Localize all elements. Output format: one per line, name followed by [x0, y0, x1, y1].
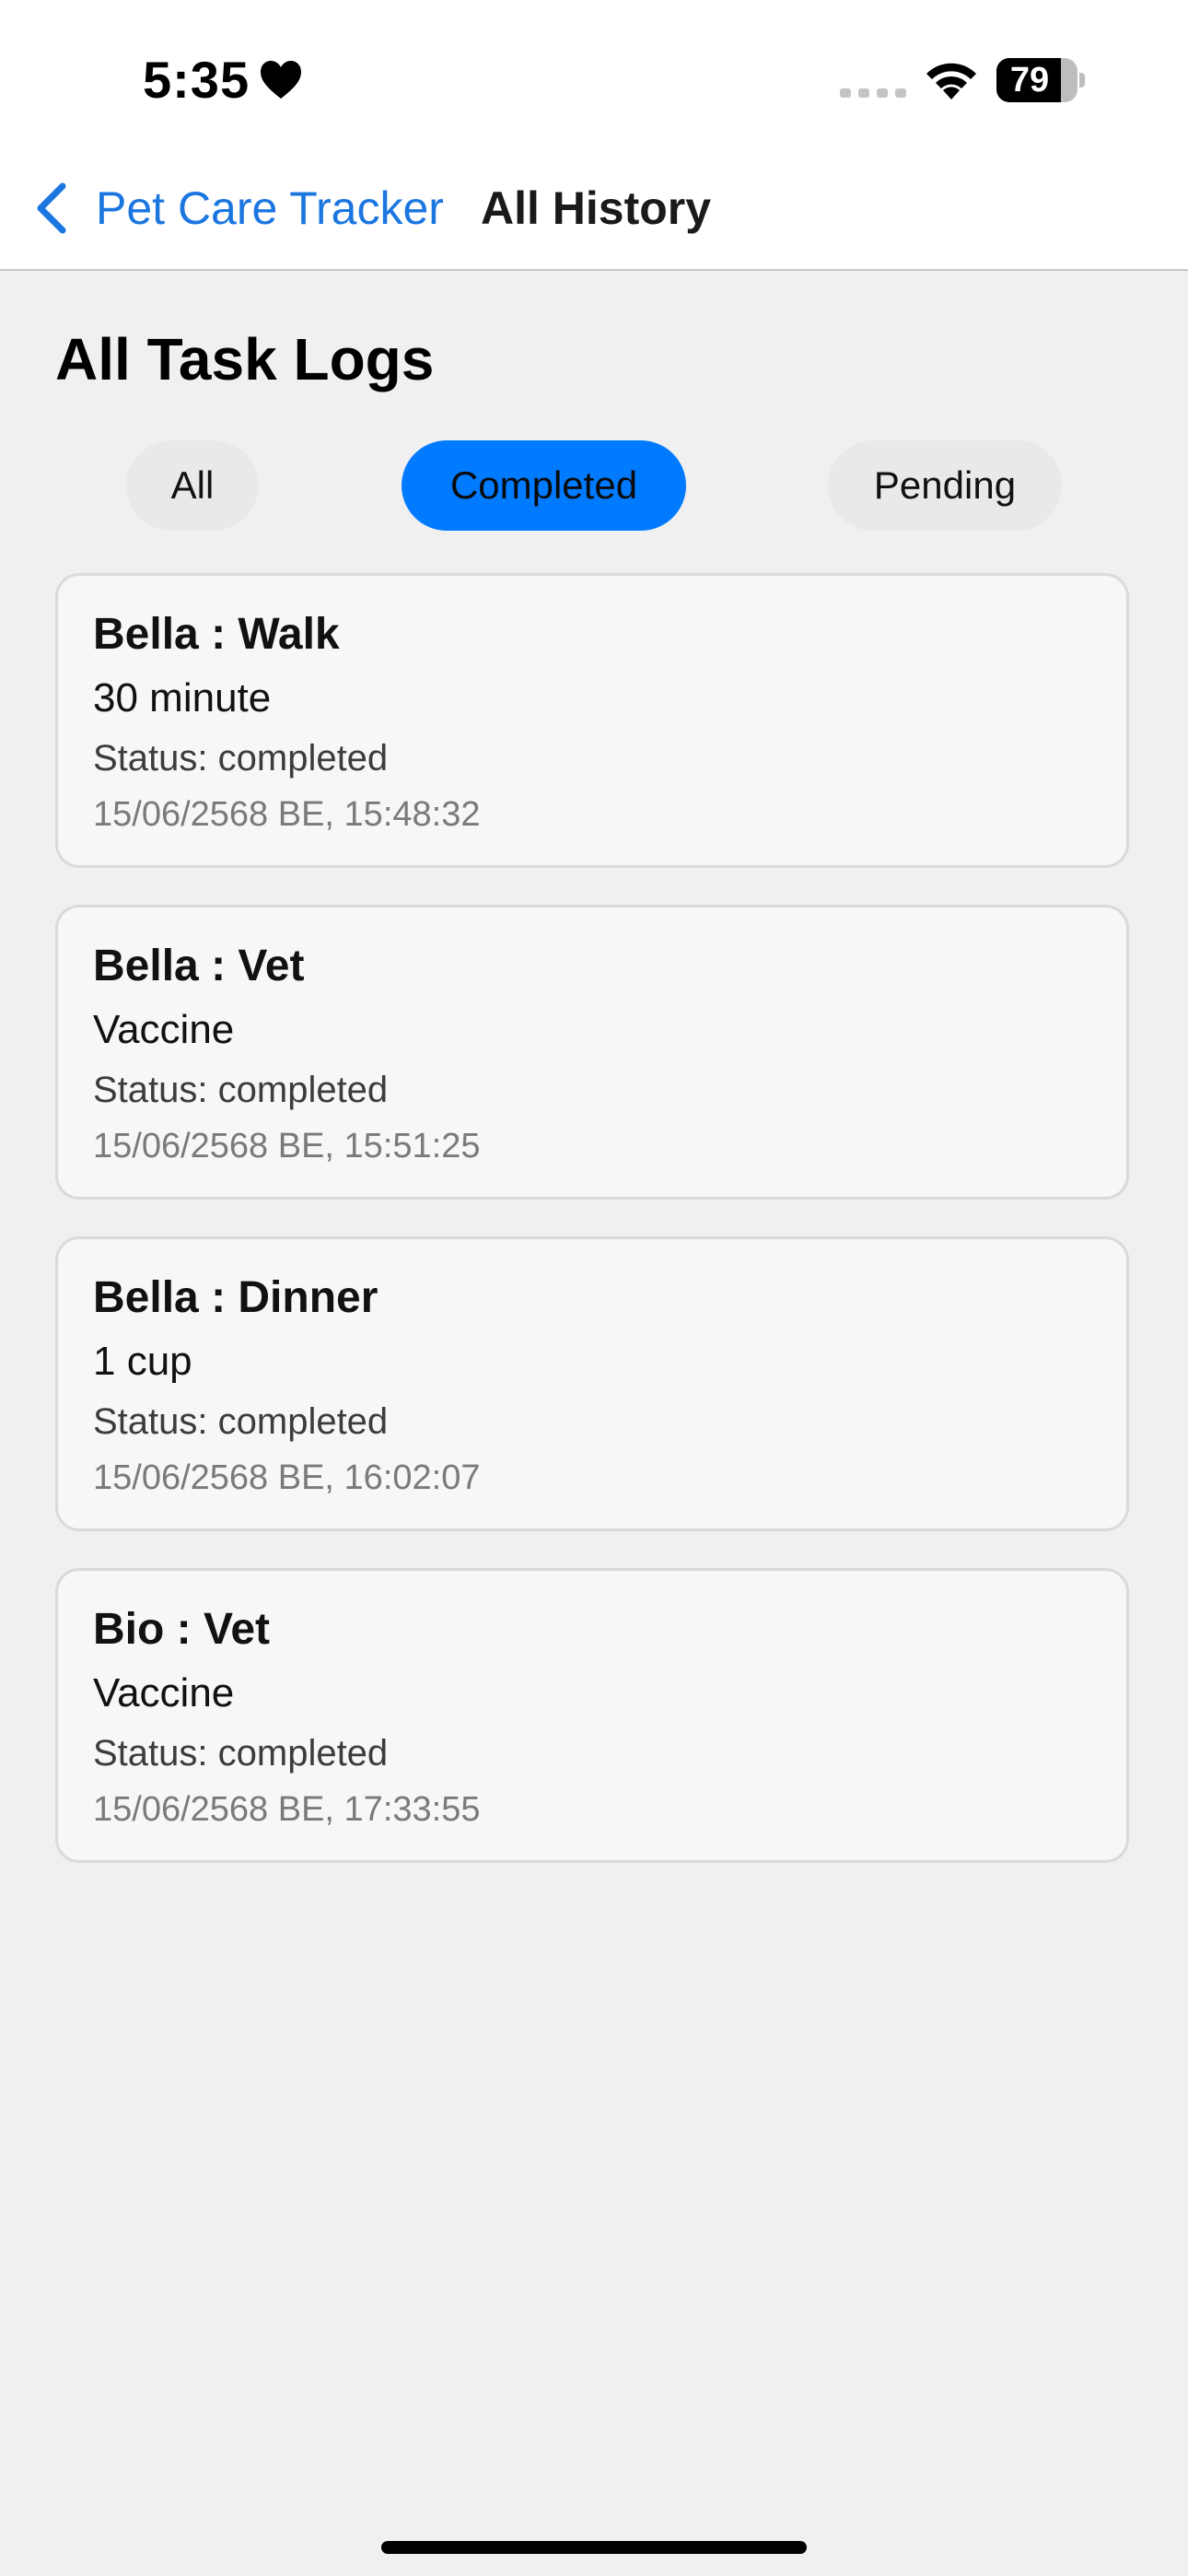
heart-icon	[261, 61, 302, 99]
log-detail: 30 minute	[93, 675, 272, 720]
log-card[interactable]: Bio : Vet Vaccine Status: completed 15/0…	[55, 1568, 1129, 1863]
battery-icon: 79	[996, 58, 1085, 102]
navigation-bar: Pet Care Tracker All History	[0, 147, 1188, 271]
chevron-left-icon	[37, 182, 66, 234]
log-detail: Vaccine	[93, 1007, 235, 1052]
log-timestamp: 15/06/2568 BE, 15:51:25	[93, 1127, 481, 1165]
filter-tab-pending[interactable]: Pending	[828, 440, 1062, 531]
signal-icon	[840, 88, 906, 98]
log-title: Bella : Walk	[93, 610, 340, 659]
log-card[interactable]: Bella : Vet Vaccine Status: completed 15…	[55, 905, 1129, 1200]
log-card[interactable]: Bella : Walk 30 minute Status: completed…	[55, 573, 1129, 868]
filter-tab-completed[interactable]: Completed	[402, 440, 686, 531]
home-indicator	[381, 2541, 807, 2554]
log-status: Status: completed	[93, 1733, 389, 1774]
nav-title: All History	[481, 182, 712, 234]
back-button[interactable]: Pet Care Tracker	[33, 175, 444, 241]
battery-cap	[1079, 73, 1085, 88]
log-detail: 1 cup	[93, 1339, 192, 1384]
log-status: Status: completed	[93, 1401, 389, 1442]
log-status: Status: completed	[93, 738, 389, 779]
log-timestamp: 15/06/2568 BE, 15:48:32	[93, 795, 481, 834]
log-timestamp: 15/06/2568 BE, 16:02:07	[93, 1458, 481, 1497]
log-card[interactable]: Bella : Dinner 1 cup Status: completed 1…	[55, 1236, 1129, 1531]
log-status: Status: completed	[93, 1070, 389, 1110]
status-time: 5:35	[143, 51, 250, 109]
log-timestamp: 15/06/2568 BE, 17:33:55	[93, 1790, 481, 1829]
back-label: Pet Care Tracker	[96, 182, 444, 234]
wifi-icon	[926, 63, 976, 100]
battery-level: 79	[1009, 61, 1050, 100]
status-time-group: 5:35	[143, 48, 303, 112]
log-title: Bella : Dinner	[93, 1273, 379, 1322]
log-title: Bella : Vet	[93, 942, 305, 990]
filter-tab-all[interactable]: All	[126, 440, 259, 531]
log-detail: Vaccine	[93, 1670, 235, 1715]
status-bar: 5:35 79	[0, 0, 1188, 147]
page-title: All Task Logs	[55, 326, 435, 392]
battery-body: 79	[996, 58, 1077, 102]
log-title: Bio : Vet	[93, 1605, 271, 1654]
